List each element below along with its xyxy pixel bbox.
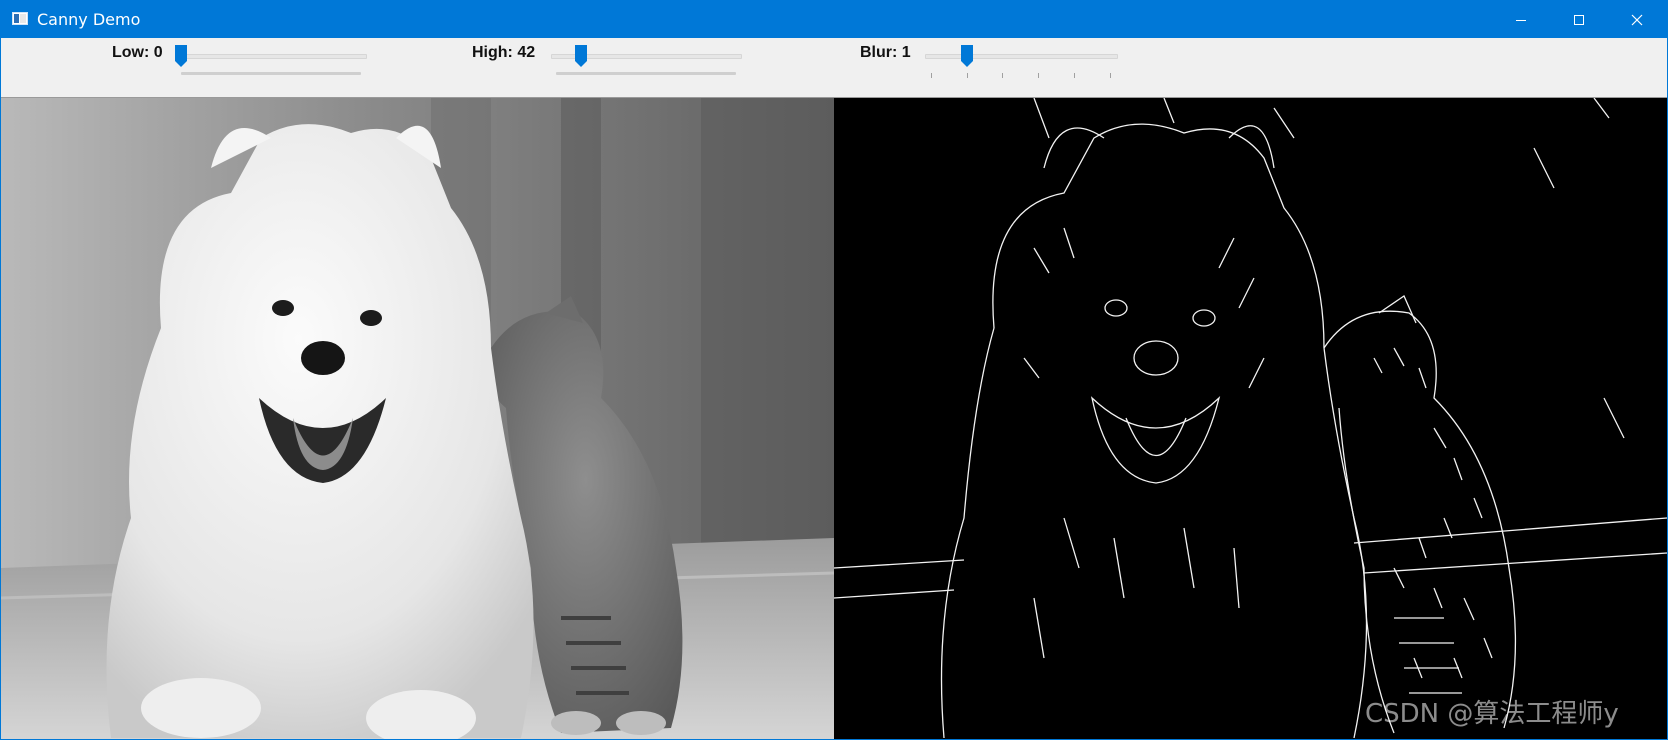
trackbar-blur-track[interactable] <box>925 54 1118 59</box>
trackbar-high-thumb[interactable] <box>574 44 588 68</box>
trackbar-high-label: High: 42 <box>472 44 536 61</box>
app-window: Canny Demo Low: 0 High: 42 Blur: 1 CSDN … <box>0 0 1668 740</box>
grayscale-image-pane <box>1 98 834 739</box>
trackbar-blur-tick <box>1110 73 1111 78</box>
trackbar-blur-thumb[interactable] <box>960 44 974 68</box>
minimize-icon <box>1516 19 1526 21</box>
watermark-text: CSDN @算法工程师y <box>1365 699 1619 729</box>
trackbar-blur-label: Blur: 1 <box>860 44 911 61</box>
close-button[interactable] <box>1608 1 1666 38</box>
grayscale-photo-dog-and-cat <box>1 98 834 739</box>
trackbar-low-thumb[interactable] <box>174 44 188 68</box>
trackbar-blur-tick <box>967 73 968 78</box>
trackbar-high-range <box>556 72 736 75</box>
trackbar-blur-tick <box>1074 73 1075 78</box>
trackbar-panel: Low: 0 High: 42 Blur: 1 <box>1 38 1667 98</box>
trackbar-blur-tick <box>931 73 932 78</box>
app-window-icon <box>12 12 28 25</box>
close-icon <box>1631 14 1643 25</box>
edge-image-pane <box>834 98 1667 739</box>
window-title: Canny Demo <box>37 10 141 29</box>
maximize-button[interactable] <box>1550 1 1608 38</box>
trackbar-low-label: Low: 0 <box>112 44 163 61</box>
trackbar-low-track[interactable] <box>181 54 367 59</box>
trackbar-low-range <box>181 72 361 75</box>
canny-edge-map <box>834 98 1667 739</box>
maximize-icon <box>1574 14 1584 25</box>
trackbar-blur-tick <box>1038 73 1039 78</box>
title-bar[interactable]: Canny Demo <box>1 1 1667 38</box>
minimize-button[interactable] <box>1492 1 1550 38</box>
trackbar-blur-tick <box>1002 73 1003 78</box>
